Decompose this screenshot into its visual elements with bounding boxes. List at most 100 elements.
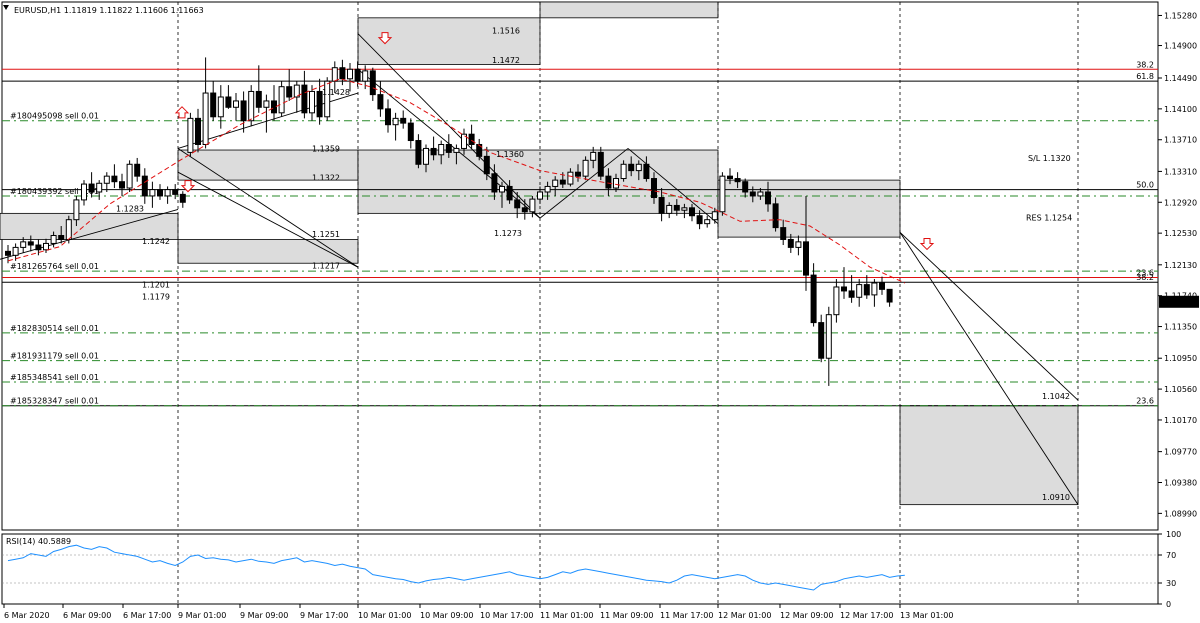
bear-candle: [780, 227, 787, 240]
bear-candle: [787, 238, 794, 248]
time-tick-label: 9 Mar 17:00: [300, 611, 348, 620]
bear-candle: [172, 189, 179, 195]
price-zone: [177, 239, 359, 264]
time-tick-label: 12 Mar 09:00: [780, 611, 833, 620]
bear-candle: [696, 215, 703, 225]
bull-candle: [537, 191, 543, 200]
bear-candle: [886, 288, 893, 303]
bull-candle: [362, 70, 369, 82]
bull-candle: [103, 175, 110, 184]
bear-candle: [255, 90, 262, 108]
bear-candle: [5, 250, 11, 256]
rsi-tick-label: 30: [1166, 579, 1176, 588]
price-tick-label: 1.10170: [1164, 416, 1197, 425]
bull-candle: [164, 189, 171, 197]
fib-level-label: 38.2: [1136, 60, 1154, 69]
rsi-tick-label: 70: [1166, 551, 1176, 560]
bull-candle: [681, 207, 688, 211]
bull-candle: [438, 143, 445, 156]
time-tick-label: 6 Mar 09:00: [63, 611, 111, 620]
price-tick-label: 1.14100: [1164, 105, 1197, 114]
price-tick-label: 1.09770: [1164, 448, 1197, 457]
level-label: 1.1242: [142, 237, 170, 246]
bear-candle: [734, 178, 741, 183]
level-label: 1.1217: [312, 262, 340, 271]
bear-candle: [339, 67, 346, 80]
bear-candle: [514, 199, 521, 209]
price-tick-label: 1.13710: [1164, 136, 1197, 145]
bull-candle: [73, 199, 80, 221]
level-label: 1.1472: [492, 56, 520, 65]
time-tick-label: 6 Mar 17:00: [123, 611, 171, 620]
level-label: 1.1359: [312, 144, 340, 153]
bull-candle: [423, 147, 429, 165]
bull-candle: [217, 96, 224, 118]
bull-candle: [613, 178, 619, 189]
bull-candle: [620, 163, 627, 180]
chart-canvas: 38.261.850.023.638.223.6 #180495098 sell…: [0, 1, 1199, 620]
bull-candle: [825, 314, 832, 359]
price-tick-label: 1.10950: [1164, 354, 1197, 363]
price-tick-label: 1.12920: [1164, 198, 1197, 207]
bear-candle: [354, 68, 361, 82]
bull-candle: [248, 90, 255, 122]
bull-candle: [856, 284, 863, 298]
order-label: #180495098 sell 0.01: [10, 112, 99, 121]
bear-candle: [407, 122, 414, 142]
price-tick-label: 1.10560: [1164, 385, 1197, 394]
bull-candle: [590, 151, 597, 161]
bull-candle: [499, 185, 505, 193]
bear-candle: [210, 92, 217, 118]
level-label: 1.1251: [312, 230, 340, 239]
rsi-label: RSI(14) 40.5889: [6, 537, 71, 546]
bull-candle: [309, 90, 315, 114]
order-label: #182830514 sell 0.01: [10, 324, 99, 333]
bull-candle: [635, 163, 642, 172]
bear-candle: [597, 151, 604, 177]
bear-candle: [195, 117, 201, 145]
bull-candle: [719, 175, 726, 213]
level-label: 1.1322: [312, 174, 340, 183]
level-label: 1.1179: [142, 292, 170, 301]
price-tick-label: 1.14490: [1164, 74, 1197, 83]
bull-candle: [833, 286, 840, 316]
time-tick-label: 11 Mar 09:00: [600, 611, 653, 620]
rsi-tick-label: 0: [1166, 600, 1171, 609]
time-axis: 6 Mar 2020 6 Mar 09:00 6 Mar 17:00 9 Mar 01…: [3, 604, 953, 620]
time-tick-label: 12 Mar 17:00: [840, 611, 893, 620]
chart-title: EURUSD,H1 1.11819 1.11822 1.11606 1.1166…: [14, 6, 204, 15]
price-tick-label: 1.08990: [1164, 509, 1197, 518]
bull-candle: [50, 235, 57, 244]
level-label: 1.1201: [142, 281, 170, 290]
price-tick-label: 1.15280: [1164, 11, 1197, 20]
order-label: #185348541 sell 0.01: [10, 373, 99, 382]
bear-candle: [749, 191, 756, 197]
bear-candle: [651, 178, 657, 199]
bull-candle: [12, 246, 19, 256]
bear-candle: [818, 322, 825, 359]
bull-candle: [666, 204, 673, 214]
bull-candle: [704, 219, 711, 225]
bear-candle: [863, 284, 870, 296]
price-tick-label: 1.14900: [1164, 42, 1197, 51]
bear-candle: [848, 290, 855, 298]
bull-candle: [552, 179, 559, 187]
bear-candle: [727, 175, 733, 180]
bear-candle: [810, 274, 817, 324]
bear-candle: [689, 207, 695, 217]
bull-candle: [347, 68, 353, 80]
bear-candle: [111, 175, 118, 183]
bull-candle: [567, 171, 574, 185]
bear-candle: [35, 244, 42, 251]
level-label: 1.1516: [492, 26, 520, 35]
bull-candle: [43, 242, 49, 251]
bear-candle: [225, 96, 232, 108]
time-tick-label: 9 Mar 01:00: [178, 611, 226, 620]
bull-candle: [331, 67, 338, 82]
bear-candle: [286, 86, 293, 98]
price-tick-label: 1.12530: [1164, 229, 1197, 238]
price-zone: [539, 1, 719, 19]
bull-candle: [582, 159, 589, 177]
bear-candle: [415, 140, 422, 165]
price-tick-label: 1.12130: [1164, 261, 1197, 270]
